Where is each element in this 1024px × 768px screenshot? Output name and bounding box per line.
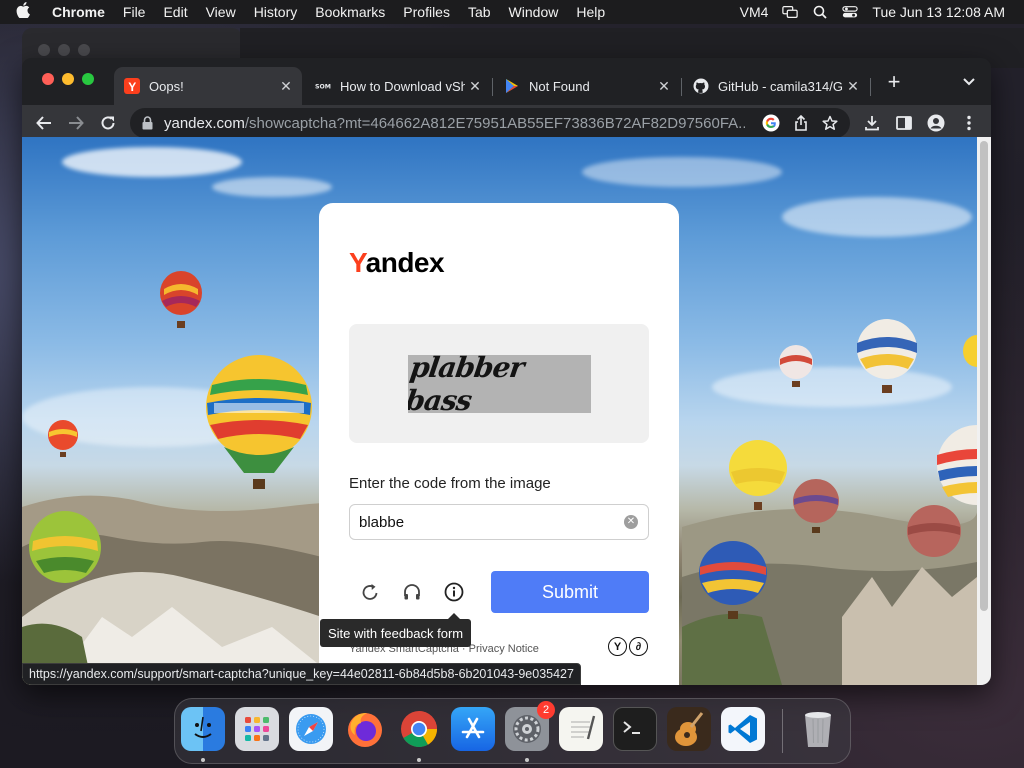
chrome-window: Y Oops! ✕ SOM How to Download vSh ✕ Not … xyxy=(22,58,991,685)
tab-search-chevron-icon[interactable] xyxy=(962,74,976,92)
page-scrollbar[interactable] xyxy=(977,137,991,685)
menu-bookmarks[interactable]: Bookmarks xyxy=(306,4,394,20)
finder-icon[interactable] xyxy=(181,707,225,751)
clear-input-icon[interactable]: ✕ xyxy=(624,515,638,529)
refresh-captcha-icon[interactable] xyxy=(359,581,381,603)
captcha-code-input[interactable] xyxy=(359,512,609,532)
tab-strip: Y Oops! ✕ SOM How to Download vSh ✕ Not … xyxy=(22,58,991,106)
textedit-icon[interactable] xyxy=(559,707,603,751)
zoom-window-button[interactable] xyxy=(82,73,94,85)
kebab-menu-icon[interactable] xyxy=(959,113,979,133)
address-bar[interactable]: yandex.com /showcaptcha?mt=464662A812E75… xyxy=(130,108,850,138)
dock: 2 xyxy=(174,698,851,764)
screen-mirroring-icon[interactable] xyxy=(782,5,799,19)
tab-title: How to Download vSh xyxy=(340,78,465,94)
info-tooltip: Site with feedback form xyxy=(320,613,472,647)
download-icon[interactable] xyxy=(862,113,882,133)
menu-tab[interactable]: Tab xyxy=(459,4,500,20)
captcha-card: Yandex plabber bass Enter the code from … xyxy=(319,203,679,685)
vscode-icon[interactable] xyxy=(721,707,765,751)
menu-file[interactable]: File xyxy=(114,4,155,20)
info-icon[interactable] xyxy=(443,581,465,603)
yandex-logo[interactable]: Yandex xyxy=(349,247,445,279)
menu-window[interactable]: Window xyxy=(500,4,568,20)
browser-toolbar: yandex.com /showcaptcha?mt=464662A812E75… xyxy=(22,105,991,141)
url-host: yandex.com xyxy=(164,114,245,132)
submit-button[interactable]: Submit xyxy=(491,571,649,613)
back-arrow-icon[interactable] xyxy=(34,113,54,133)
scrollbar-thumb[interactable] xyxy=(980,141,988,611)
github-icon xyxy=(693,78,709,94)
yandex-brand-marks: Y ∂ xyxy=(608,637,648,656)
minimize-window-button[interactable] xyxy=(62,73,74,85)
captcha-prompt-label: Enter the code from the image xyxy=(349,475,551,492)
captcha-input-wrapper: ✕ xyxy=(349,504,649,540)
menu-app-name[interactable]: Chrome xyxy=(46,4,114,20)
tab-title: GitHub - camila314/G xyxy=(718,78,843,94)
som-icon: SOM xyxy=(315,78,331,94)
tab-title: Not Found xyxy=(529,78,590,94)
safari-icon[interactable] xyxy=(289,707,333,751)
apple-menu-icon[interactable] xyxy=(0,1,46,23)
page-background-balloons: Yandex plabber bass Enter the code from … xyxy=(22,137,977,685)
play-icon xyxy=(504,78,520,94)
yandex-icon: Y xyxy=(124,78,140,94)
chrome-dock-icon[interactable] xyxy=(397,707,441,751)
app-store-icon[interactable] xyxy=(451,707,495,751)
reload-icon[interactable] xyxy=(98,113,118,133)
launchpad-icon[interactable] xyxy=(235,707,279,751)
captcha-image-container: plabber bass xyxy=(349,324,649,443)
svg-text:Y: Y xyxy=(128,80,136,94)
terminal-icon[interactable] xyxy=(613,707,657,751)
tab-close-icon[interactable]: ✕ xyxy=(654,78,674,95)
tab-how-to-download[interactable]: SOM How to Download vSh ✕ xyxy=(305,67,491,105)
bookmark-star-icon[interactable] xyxy=(822,115,838,135)
trash-icon[interactable] xyxy=(796,707,840,751)
audio-captcha-headphones-icon[interactable] xyxy=(401,581,423,603)
google-translate-icon[interactable] xyxy=(762,114,780,136)
profile-avatar-icon[interactable] xyxy=(926,113,946,133)
firefox-icon[interactable] xyxy=(343,707,387,751)
forward-arrow-icon[interactable] xyxy=(66,113,86,133)
menu-help[interactable]: Help xyxy=(567,4,614,20)
control-center-icon[interactable] xyxy=(842,5,859,19)
brand-mark-y: Y xyxy=(608,637,627,656)
close-window-button[interactable] xyxy=(42,73,54,85)
share-icon[interactable] xyxy=(794,114,808,135)
captcha-image-text: plabber bass xyxy=(408,355,526,413)
tab-oops[interactable]: Y Oops! ✕ xyxy=(114,67,302,105)
spotlight-search-icon[interactable] xyxy=(812,5,828,19)
settings-notification-badge: 2 xyxy=(537,701,555,719)
vm-label[interactable]: VM4 xyxy=(740,4,769,20)
tab-close-icon[interactable]: ✕ xyxy=(276,78,296,95)
tab-not-found[interactable]: Not Found ✕ xyxy=(494,67,680,105)
garageband-icon[interactable] xyxy=(667,707,711,751)
svg-text:SOM: SOM xyxy=(315,84,331,91)
lock-icon[interactable] xyxy=(142,116,154,130)
url-path: /showcaptcha?mt=464662A812E75951AB55EF73… xyxy=(244,114,745,132)
tab-close-icon[interactable]: ✕ xyxy=(843,78,863,95)
tab-github[interactable]: GitHub - camila314/G ✕ xyxy=(683,67,869,105)
tab-close-icon[interactable]: ✕ xyxy=(465,78,485,95)
brand-mark-d: ∂ xyxy=(629,637,648,656)
menubar-clock[interactable]: Tue Jun 13 12:08 AM xyxy=(872,4,1005,20)
window-controls xyxy=(42,73,94,85)
menu-bar: Chrome File Edit View History Bookmarks … xyxy=(0,0,1024,24)
tab-title: Oops! xyxy=(149,78,184,94)
menu-history[interactable]: History xyxy=(245,4,307,20)
menu-profiles[interactable]: Profiles xyxy=(394,4,459,20)
new-tab-plus-icon[interactable]: + xyxy=(884,71,904,93)
link-status-bar: https://yandex.com/support/smart-captcha… xyxy=(22,663,581,685)
dock-separator xyxy=(782,709,783,753)
captcha-image: plabber bass xyxy=(408,355,591,413)
side-panel-icon[interactable] xyxy=(894,113,914,133)
menu-edit[interactable]: Edit xyxy=(154,4,196,20)
system-settings-icon[interactable]: 2 xyxy=(505,701,555,751)
menu-view[interactable]: View xyxy=(197,4,245,20)
